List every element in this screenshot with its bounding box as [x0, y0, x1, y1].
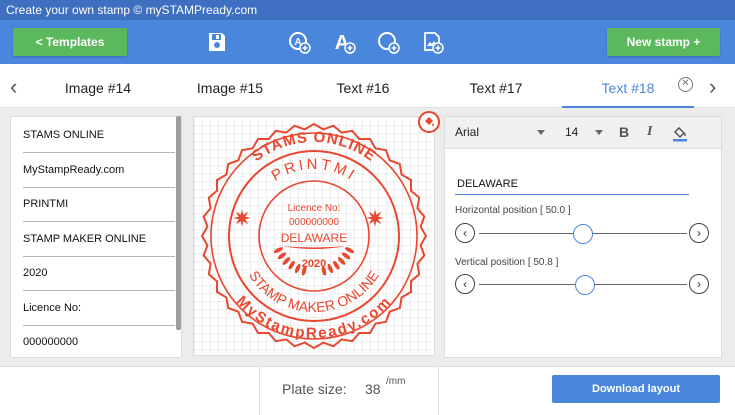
footer-divider: [259, 367, 260, 415]
horizontal-slider-knob[interactable]: [573, 224, 593, 244]
stamp-licence-label: Licence No:: [288, 203, 341, 214]
footer-bar: Plate size: 38 /mm Download layout: [0, 366, 735, 415]
plate-size-value: 38: [365, 381, 381, 397]
stamp-licence-number: 000000000: [289, 217, 339, 228]
add-text-icon[interactable]: A: [332, 30, 356, 54]
format-toolbar: Arial 14 B I: [445, 117, 721, 149]
plate-size-unit: /mm: [386, 376, 406, 387]
stamp-preview: STAMS ONLINE MyStampReady.com PRINTMI ST…: [194, 117, 434, 355]
list-item[interactable]: STAMS ONLINE: [23, 119, 175, 153]
italic-button[interactable]: I: [647, 124, 652, 140]
vertical-increase-button[interactable]: ›: [689, 274, 709, 294]
font-select[interactable]: Arial: [455, 125, 479, 139]
stamp-right-star-icon: [366, 209, 384, 227]
add-circle-icon[interactable]: [376, 30, 400, 54]
size-select[interactable]: 14: [565, 125, 578, 139]
vertical-decrease-button[interactable]: ‹: [455, 274, 475, 294]
list-item[interactable]: 2020: [23, 257, 175, 291]
templates-button[interactable]: < Templates: [13, 28, 127, 56]
tab-text-17[interactable]: Text #17: [440, 64, 552, 108]
new-stamp-button[interactable]: New stamp +: [607, 28, 720, 56]
text-properties-panel: Arial 14 B I Horizontal position [ 50.0 …: [444, 116, 722, 358]
tabs-next-arrow-icon[interactable]: ›: [709, 74, 716, 100]
list-scrollbar[interactable]: [176, 116, 181, 330]
list-item[interactable]: MyStampReady.com: [23, 154, 175, 188]
layer-tabs: ‹ Image #14 Image #15 Text #16 Text #17 …: [0, 64, 735, 108]
tab-image-15[interactable]: Image #15: [174, 64, 286, 108]
size-dropdown-icon[interactable]: [595, 130, 603, 135]
window-title: Create your own stamp © mySTAMPready.com: [0, 0, 735, 20]
footer-divider: [438, 367, 439, 415]
add-circle-text-icon[interactable]: A: [287, 30, 311, 54]
close-tab-icon[interactable]: ✕: [678, 77, 693, 92]
main-toolbar: < Templates A A New stamp +: [0, 20, 735, 64]
list-item[interactable]: 000000000: [23, 326, 175, 357]
horizontal-increase-button[interactable]: ›: [689, 223, 709, 243]
stamp-editor-app: Create your own stamp © mySTAMPready.com…: [0, 0, 735, 415]
vertical-slider-knob[interactable]: [574, 275, 595, 295]
list-item[interactable]: Licence No:: [23, 292, 175, 326]
tabs-prev-arrow-icon[interactable]: ‹: [10, 74, 17, 100]
color-fill-icon[interactable]: [418, 111, 440, 133]
vertical-position-label: Vertical position [ 50.8 ]: [455, 257, 559, 268]
fill-color-icon[interactable]: [671, 124, 689, 142]
list-item[interactable]: PRINTMI: [23, 188, 175, 222]
list-item[interactable]: STAMP MAKER ONLINE: [23, 223, 175, 257]
font-dropdown-icon[interactable]: [537, 130, 545, 135]
horizontal-decrease-button[interactable]: ‹: [455, 223, 475, 243]
text-layer-list: STAMS ONLINE MyStampReady.com PRINTMI ST…: [10, 116, 182, 358]
save-icon[interactable]: [205, 30, 229, 54]
bold-button[interactable]: B: [619, 124, 629, 140]
tab-image-14[interactable]: Image #14: [42, 64, 154, 108]
plate-size-label: Plate size:: [282, 381, 347, 397]
add-image-icon[interactable]: [420, 30, 444, 54]
horizontal-position-slider[interactable]: ‹ ›: [455, 223, 711, 245]
vertical-position-slider[interactable]: ‹ ›: [455, 274, 711, 296]
text-value-input[interactable]: [455, 173, 689, 195]
download-layout-button[interactable]: Download layout: [552, 375, 720, 403]
horizontal-position-label: Horizontal position [ 50.0 ]: [455, 205, 571, 216]
stamp-center-text: DELAWARE: [281, 231, 347, 245]
stamp-left-star-icon: [233, 209, 251, 227]
tab-text-16[interactable]: Text #16: [307, 64, 419, 108]
tab-text-18[interactable]: Text #18: [562, 64, 694, 108]
stamp-canvas[interactable]: STAMS ONLINE MyStampReady.com PRINTMI ST…: [193, 116, 435, 356]
